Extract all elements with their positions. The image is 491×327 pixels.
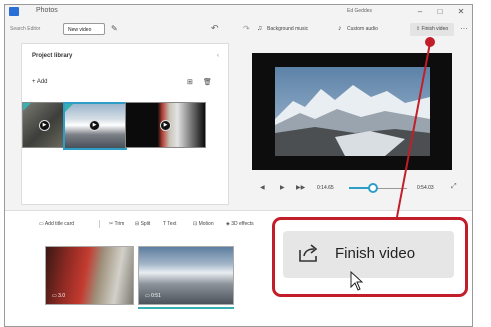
added-marker bbox=[65, 104, 74, 112]
text-button[interactable]: T Text bbox=[163, 221, 176, 227]
library-clip[interactable]: ▶ bbox=[125, 102, 206, 148]
more-options-icon[interactable]: ··· bbox=[460, 24, 468, 33]
play-button[interactable]: ▶ bbox=[280, 184, 285, 191]
grid-view-icon[interactable]: ⊞ bbox=[187, 78, 193, 86]
background-music-button[interactable]: Background music bbox=[267, 26, 308, 32]
preview-frame bbox=[252, 53, 452, 170]
finish-video-button[interactable]: ⇪ Finish video bbox=[410, 23, 454, 36]
finish-video-callout: Finish video bbox=[272, 217, 468, 297]
storyboard-clip[interactable]: ▭ 0:51 bbox=[138, 246, 234, 305]
added-marker bbox=[23, 103, 32, 111]
fullscreen-icon[interactable]: ⤢ bbox=[451, 183, 457, 191]
redo-icon[interactable]: ↷ bbox=[243, 24, 250, 33]
editor-toolbar: Search Editor New video ✎ ↶ ↷ ♫ Backgrou… bbox=[5, 21, 472, 39]
trim-label: Trim bbox=[114, 221, 125, 227]
add-media-button[interactable]: + Add bbox=[32, 79, 48, 85]
project-library-panel: Project library ‹ + Add ⊞ 🗑 ▶ ▶ ▶ bbox=[21, 43, 229, 205]
project-library-title: Project library bbox=[32, 53, 73, 59]
clip-duration-text: 3.0 bbox=[58, 293, 66, 299]
app-title: Photos bbox=[36, 7, 58, 14]
split-label: Split bbox=[140, 221, 151, 227]
photos-app-icon bbox=[9, 7, 19, 16]
delete-icon[interactable]: 🗑 bbox=[203, 78, 212, 86]
rewind-icon[interactable]: ◀ bbox=[260, 184, 265, 191]
user-name[interactable]: Ed Geddes bbox=[347, 8, 372, 14]
add-title-card-label: Add title card bbox=[44, 221, 75, 227]
custom-audio-icon: ♪ bbox=[338, 25, 342, 32]
finish-video-label: Finish video bbox=[421, 26, 449, 32]
forward-icon[interactable]: ▶▶ bbox=[296, 184, 305, 191]
video-preview bbox=[237, 43, 465, 178]
seek-handle[interactable] bbox=[368, 183, 379, 193]
share-icon bbox=[299, 244, 318, 262]
library-clip[interactable]: ▶ bbox=[63, 102, 127, 150]
text-label: Text bbox=[167, 221, 177, 227]
minimize-button[interactable]: – bbox=[413, 6, 427, 18]
add-title-card-button[interactable]: ▭ Add title card bbox=[39, 221, 74, 227]
clip-duration: ▭ 3.0 bbox=[52, 293, 66, 299]
split-button[interactable]: ⊟ Split bbox=[135, 221, 150, 227]
3d-effects-label: 3D effects bbox=[231, 221, 254, 227]
collapse-library-icon[interactable]: ‹ bbox=[217, 53, 219, 59]
motion-label: Motion bbox=[198, 221, 214, 227]
clip-duration-text: 0:51 bbox=[151, 293, 161, 299]
separator bbox=[99, 220, 100, 228]
mouse-pointer-icon bbox=[350, 271, 364, 291]
finish-video-label: Finish video bbox=[335, 245, 416, 262]
custom-audio-button[interactable]: Custom audio bbox=[347, 26, 378, 32]
undo-icon[interactable]: ↶ bbox=[211, 23, 219, 34]
clip-duration: ▭ 0:51 bbox=[145, 293, 161, 299]
project-name-field[interactable]: New video bbox=[63, 23, 105, 35]
storyboard-clip[interactable]: ▭ 3.0 bbox=[45, 246, 134, 305]
play-icon: ▶ bbox=[89, 120, 100, 131]
selected-clip-indicator bbox=[138, 307, 234, 309]
maximize-button[interactable]: □ bbox=[433, 6, 447, 18]
current-time: 0:14.65 bbox=[317, 185, 334, 191]
3d-effects-button[interactable]: ◈ 3D effects bbox=[226, 221, 254, 227]
preview-image bbox=[275, 67, 430, 156]
trim-button[interactable]: ✂ Trim bbox=[109, 221, 124, 227]
library-clip[interactable]: ▶ bbox=[22, 102, 65, 148]
play-icon: ▶ bbox=[160, 120, 171, 131]
title-bar: Photos Ed Geddes – □ ✕ bbox=[5, 5, 472, 19]
background-music-icon: ♫ bbox=[257, 25, 263, 32]
finish-video-button-zoomed[interactable]: Finish video bbox=[283, 231, 454, 278]
close-button[interactable]: ✕ bbox=[454, 6, 468, 18]
motion-button[interactable]: ⊡ Motion bbox=[193, 221, 214, 227]
total-time: 0:54.03 bbox=[417, 185, 434, 191]
playback-controls: ◀ ▶ ▶▶ 0:14.65 0:54.03 ⤢ bbox=[237, 178, 465, 198]
breadcrumb[interactable]: Search Editor bbox=[10, 26, 40, 32]
edit-pencil-icon[interactable]: ✎ bbox=[111, 24, 118, 33]
play-icon: ▶ bbox=[39, 120, 50, 131]
